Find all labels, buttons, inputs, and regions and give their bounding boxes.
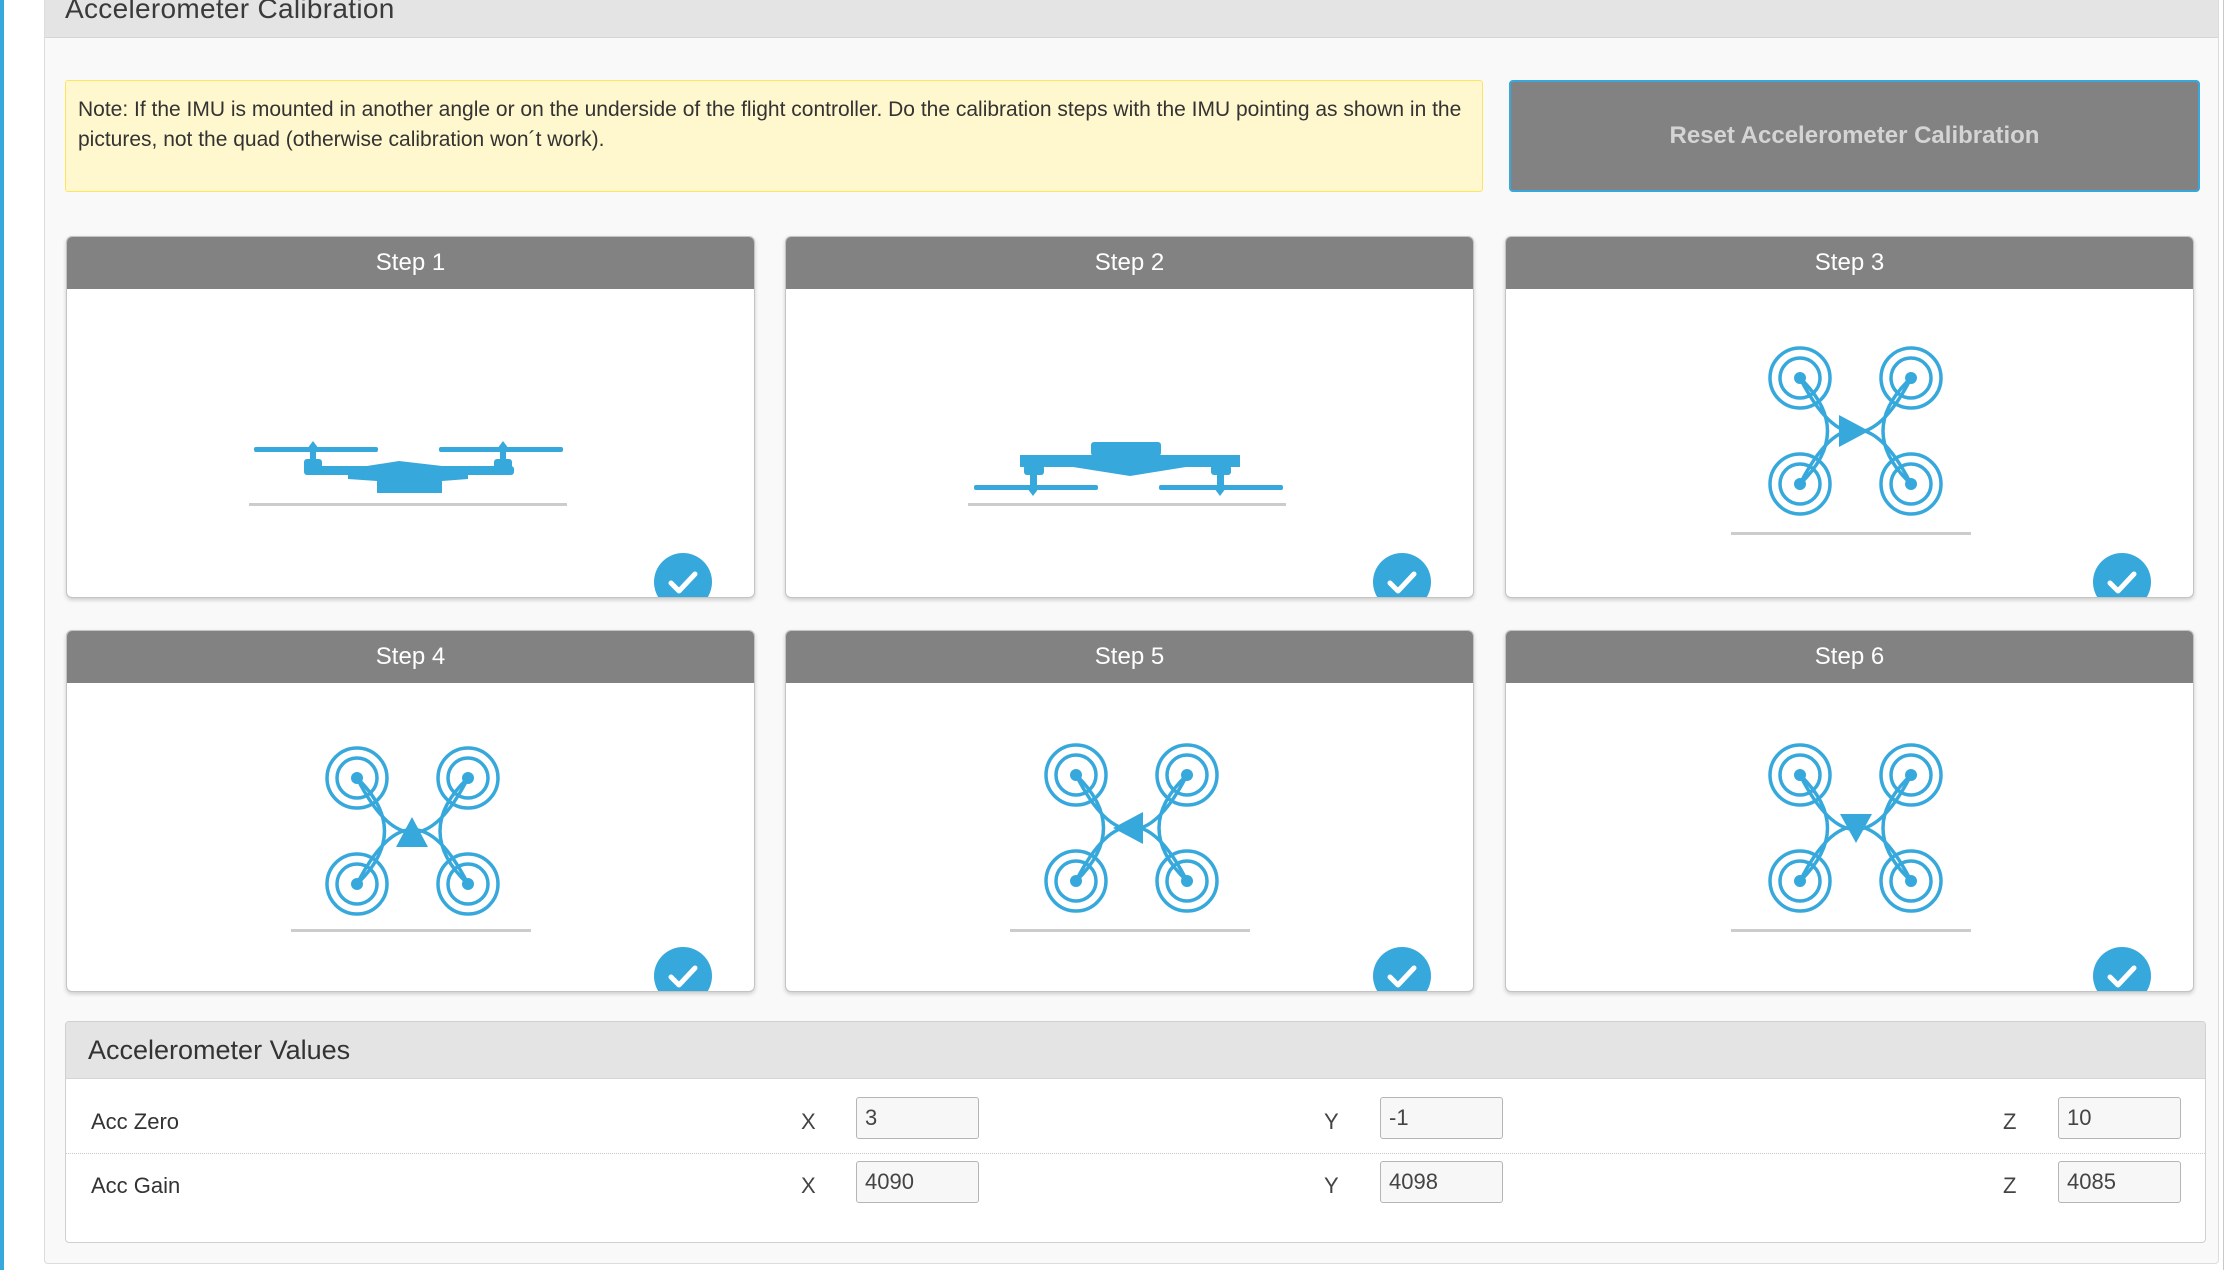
quad-top-arrow-right-image xyxy=(1506,289,2193,597)
quad-side-inverted-image xyxy=(786,289,1473,597)
acc-zero-x-input[interactable] xyxy=(856,1097,979,1139)
acc-zero-y-label: Y xyxy=(1324,1109,1339,1134)
acc-gain-x-label: X xyxy=(801,1173,816,1198)
calibration-step-2: Step 2 xyxy=(785,236,1474,598)
calibration-step-5: Step 5 xyxy=(785,630,1474,992)
acc-gain-y-label: Y xyxy=(1324,1173,1339,1198)
step-4-title: Step 4 xyxy=(67,631,754,683)
quad-top-arrow-up-image xyxy=(67,683,754,991)
accelerometer-values-panel: Accelerometer Values Acc Zero X Y Z Acc … xyxy=(65,1021,2206,1243)
acc-gain-y-input[interactable] xyxy=(1380,1161,1503,1203)
calibration-step-1: Step 1 xyxy=(66,236,755,598)
acc-zero-row: Acc Zero X Y Z xyxy=(66,1091,2205,1154)
step-5-title: Step 5 xyxy=(786,631,1473,683)
step-1-checkmark-icon xyxy=(654,553,712,597)
imu-orientation-note: Note: If the IMU is mounted in another a… xyxy=(65,80,1483,192)
quad-top-arrow-left-image xyxy=(786,683,1473,991)
acc-zero-z-label: Z xyxy=(2003,1109,2017,1134)
step-1-title: Step 1 xyxy=(67,237,754,289)
step-3-checkmark-icon xyxy=(2093,553,2151,597)
step-6-checkmark-icon xyxy=(2093,947,2151,991)
step-2-title: Step 2 xyxy=(786,237,1473,289)
left-accent-bar xyxy=(0,0,4,1270)
acc-gain-x-input[interactable] xyxy=(856,1161,979,1203)
reset-accelerometer-calibration-button[interactable]: Reset Accelerometer Calibration xyxy=(1509,80,2200,192)
step-3-title: Step 3 xyxy=(1506,237,2193,289)
calibration-step-4: Step 4 xyxy=(66,630,755,992)
acc-gain-z-input[interactable] xyxy=(2058,1161,2181,1203)
calibration-step-6: Step 6 xyxy=(1505,630,2194,992)
step-4-checkmark-icon xyxy=(654,947,712,991)
acc-zero-x-label: X xyxy=(801,1109,816,1134)
acc-zero-label: Acc Zero xyxy=(91,1109,180,1134)
acc-gain-row: Acc Gain X Y Z xyxy=(66,1155,2205,1217)
accelerometer-values-title: Accelerometer Values xyxy=(66,1022,2205,1079)
step-2-checkmark-icon xyxy=(1373,553,1431,597)
step-6-title: Step 6 xyxy=(1506,631,2193,683)
scroll-edge xyxy=(2223,0,2224,1270)
acc-zero-z-input[interactable] xyxy=(2058,1097,2181,1139)
acc-gain-z-label: Z xyxy=(2003,1173,2017,1198)
acc-gain-label: Acc Gain xyxy=(91,1173,181,1198)
quad-side-up-image xyxy=(67,289,754,597)
acc-zero-y-input[interactable] xyxy=(1380,1097,1503,1139)
quad-top-arrow-down-image xyxy=(1506,683,2193,991)
panel-title: Accelerometer Calibration xyxy=(65,0,395,24)
step-5-checkmark-icon xyxy=(1373,947,1431,991)
panel-header: Accelerometer Calibration xyxy=(45,0,2218,38)
calibration-step-3: Step 3 xyxy=(1505,236,2194,598)
